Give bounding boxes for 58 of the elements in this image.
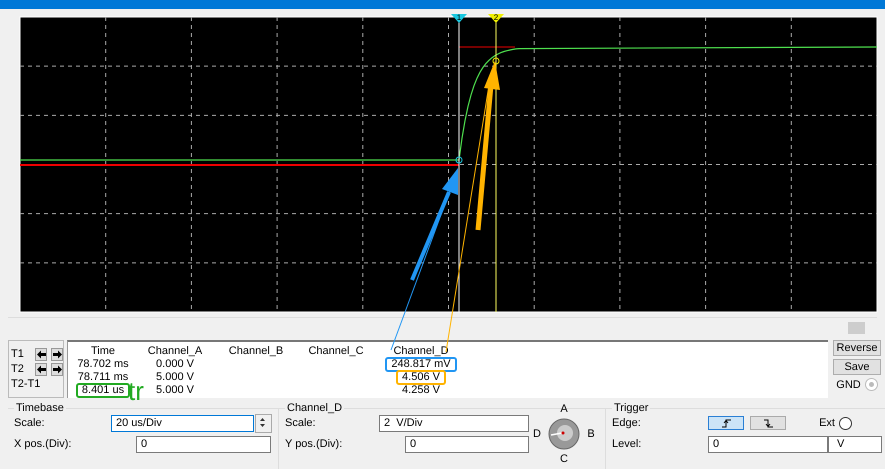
cursor-left-button[interactable] — [35, 362, 47, 376]
column-header: Channel_A — [146, 344, 204, 359]
scale-field[interactable]: 20 us/Div — [111, 414, 254, 432]
cursor-flag[interactable] — [488, 14, 504, 23]
table-cell-text: 0.000 V — [155, 357, 195, 372]
group-title: Timebase — [15, 402, 65, 414]
field-label: Level: — [612, 438, 642, 450]
ext-radio[interactable] — [839, 416, 852, 430]
ext-label: Ext — [819, 417, 835, 429]
spinner-icon[interactable] — [255, 414, 272, 432]
edge-button[interactable] — [750, 416, 786, 430]
cursor-point — [456, 156, 462, 164]
column-header: Channel_D — [392, 344, 450, 359]
edge-button[interactable] — [708, 416, 744, 430]
table-cell-text: 78.711 ms — [76, 370, 130, 385]
table-cell: 248.817 mV — [385, 357, 457, 372]
group-title: Trigger — [613, 402, 650, 414]
column-header: Channel_B — [228, 344, 284, 359]
row-label: T1 — [11, 348, 25, 360]
table-cell-text: 78.702 ms — [76, 357, 130, 372]
row-label: T2-T1 — [11, 378, 40, 390]
table-cell-text: 5.000 V — [155, 370, 195, 385]
cursor-right-button[interactable] — [51, 348, 63, 360]
table-cell: 4.506 V — [396, 370, 446, 385]
cursor-point — [492, 58, 500, 64]
field-label: Y pos.(Div): — [285, 438, 344, 450]
knob-label: C — [560, 453, 568, 465]
panel-button[interactable]: Save — [833, 359, 881, 375]
falling-edge-icon — [762, 418, 774, 428]
rising-edge-icon — [720, 418, 732, 428]
knob-label: B — [587, 428, 595, 440]
column-header: Channel_C — [307, 344, 365, 359]
table-cell-text: 4.258 V — [401, 383, 441, 398]
panel-button[interactable]: Reverse — [833, 340, 881, 356]
field-label: X pos.(Div): — [14, 438, 72, 450]
table-cell: 8.401 us — [76, 383, 130, 398]
x-position-field[interactable]: 0 — [136, 436, 271, 452]
cursor-left-button[interactable] — [35, 348, 47, 360]
field-label: Scale: — [285, 417, 317, 429]
field-label: Edge: — [612, 417, 642, 429]
unit-field: V — [828, 436, 882, 452]
cursor-flag[interactable] — [451, 14, 467, 23]
y-position-field[interactable]: 0 — [405, 436, 529, 452]
field-label: Scale: — [14, 417, 46, 429]
cursor-number: 2 — [494, 13, 498, 22]
knob-label: D — [533, 428, 541, 440]
channel-knob-icon[interactable] — [548, 418, 580, 450]
cursor-number: 1 — [456, 13, 462, 22]
table-cell-text: 5.000 V — [155, 383, 195, 398]
annotation-text: tr — [128, 378, 144, 404]
gnd-label: GND — [836, 378, 861, 390]
column-header: Time — [90, 344, 116, 359]
knob-label: A — [560, 403, 568, 415]
row-label: T2 — [11, 363, 25, 375]
cursor-right-button[interactable] — [51, 362, 63, 376]
level-field[interactable]: 0 — [708, 436, 828, 452]
scale-field[interactable]: 2 V/Div — [379, 414, 529, 432]
group-title: Channel_D — [286, 402, 344, 414]
